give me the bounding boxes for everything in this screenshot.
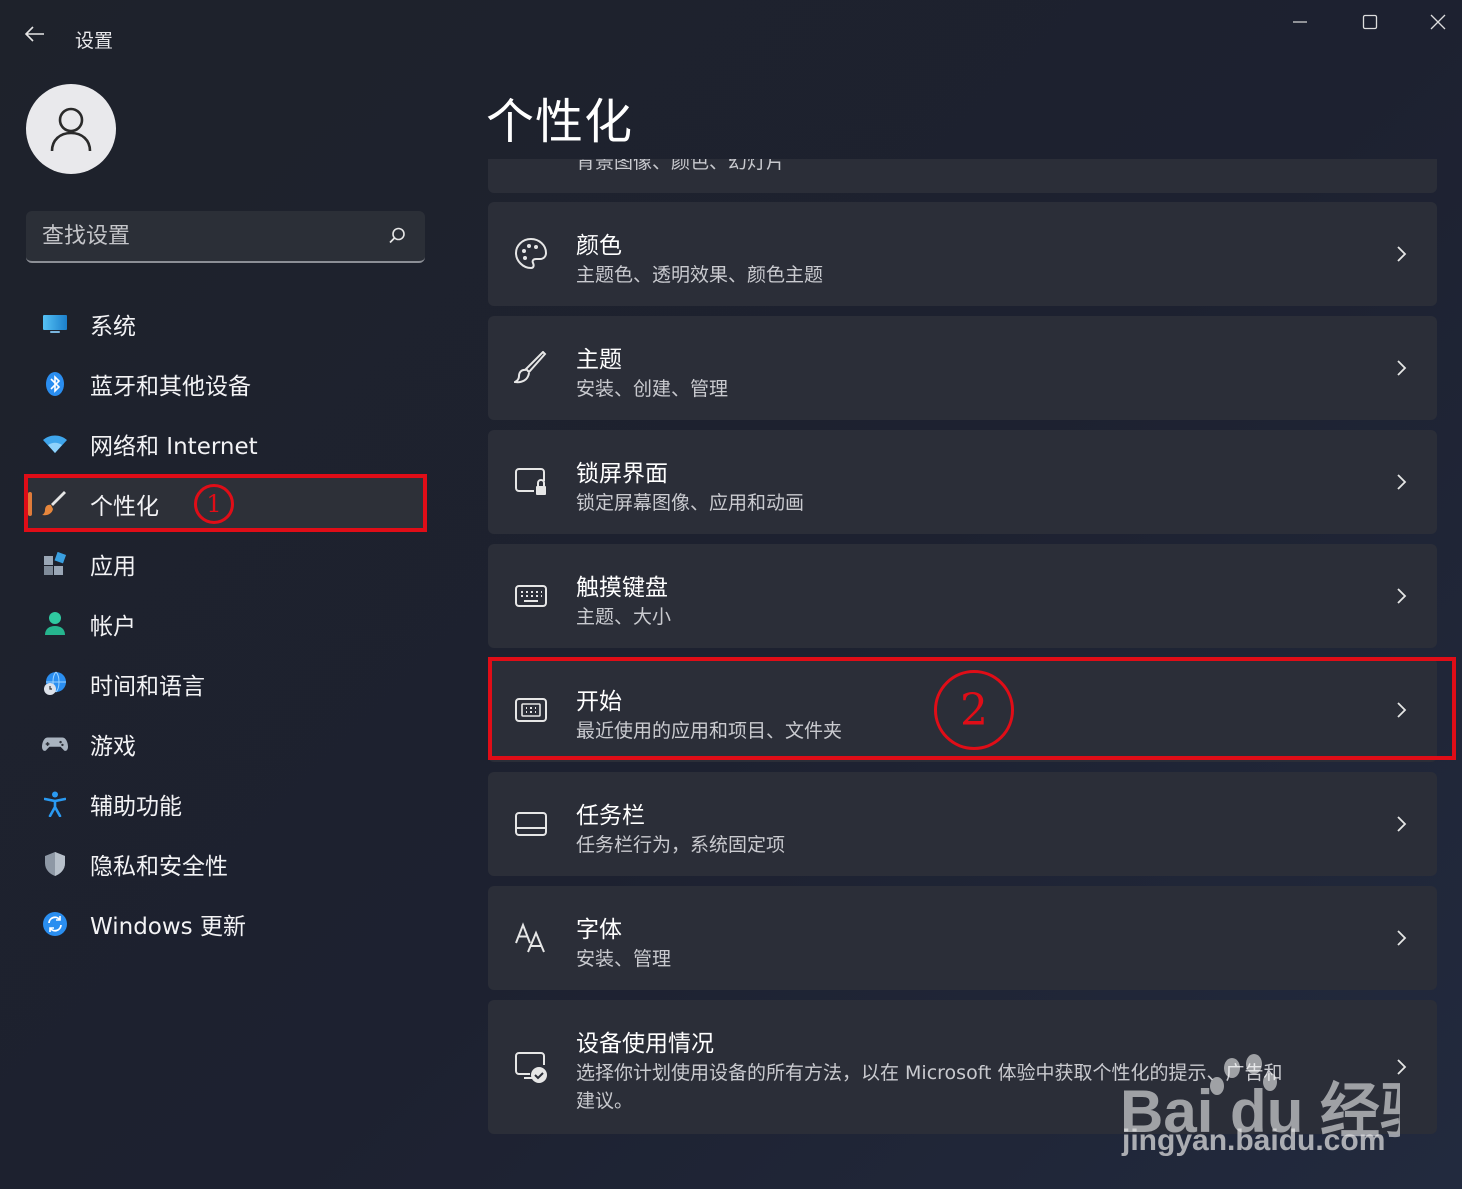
sidebar-item-bluetooth[interactable]: 蓝牙和其他设备 (26, 356, 426, 412)
sidebar-item-label: 时间和语言 (90, 674, 205, 700)
card-lock-screen[interactable]: 锁屏界面 锁定屏幕图像、应用和动画 (488, 430, 1437, 534)
account-icon (42, 611, 68, 637)
minimize-icon (1293, 21, 1307, 23)
sidebar-item-accessibility[interactable]: 辅助功能 (26, 776, 426, 832)
device-usage-icon (512, 1048, 550, 1086)
card-subtitle: 背景图像、颜色、幻灯片 (576, 159, 786, 173)
sidebar-item-label: 辅助功能 (90, 794, 182, 820)
sidebar-item-label: 个性化 (90, 494, 159, 520)
sidebar-item-apps[interactable]: 应用 (26, 536, 426, 592)
card-title: 设备使用情况 (576, 1031, 714, 1057)
sidebar-item-label: 游戏 (90, 734, 136, 760)
card-title: 开始 (576, 689, 622, 715)
bluetooth-icon (42, 371, 68, 397)
card-subtitle: 安装、管理 (576, 948, 672, 970)
chevron-right-icon (1397, 816, 1407, 832)
shield-icon (42, 851, 68, 877)
maximize-icon (1362, 14, 1378, 30)
card-title: 字体 (576, 917, 622, 943)
chevron-right-icon (1397, 588, 1407, 604)
card-fonts[interactable]: 字体 安装、管理 (488, 886, 1437, 990)
chevron-right-icon (1397, 702, 1407, 718)
card-subtitle: 任务栏行为，系统固定项 (576, 834, 786, 856)
sidebar-item-label: 蓝牙和其他设备 (90, 374, 251, 400)
sidebar-item-label: 应用 (90, 554, 136, 580)
sidebar-item-windows-update[interactable]: Windows 更新 (26, 896, 426, 952)
taskbar-icon (512, 805, 550, 843)
monitor-icon (42, 311, 68, 337)
keyboard-icon (512, 577, 550, 615)
chevron-right-icon (1397, 474, 1407, 490)
back-arrow-icon (24, 26, 44, 42)
sidebar-item-network[interactable]: 网络和 Internet (26, 416, 426, 472)
apps-icon (42, 551, 68, 577)
close-button[interactable] (1408, 0, 1462, 44)
annotation-marker-2: 2 (934, 670, 1014, 750)
page-title: 个性化 (486, 94, 634, 150)
card-title: 颜色 (576, 233, 622, 259)
palette-icon (512, 235, 550, 273)
wifi-icon (42, 431, 68, 457)
sidebar-item-accounts[interactable]: 帐户 (26, 596, 426, 652)
sidebar-nav: 系统 蓝牙和其他设备 网络和 Internet 个性化 应用 帐户 时间和语言 … (26, 296, 426, 956)
update-icon (42, 911, 68, 937)
card-background[interactable]: 背景图像、颜色、幻灯片 (488, 159, 1437, 193)
settings-window: 设置 系统 蓝牙和其他设备 (0, 0, 1462, 1189)
card-subtitle: 最近使用的应用和项目、文件夹 (576, 720, 843, 742)
user-icon (50, 107, 92, 152)
search-box[interactable] (26, 211, 425, 263)
font-icon (512, 919, 550, 957)
maximize-button[interactable] (1340, 0, 1400, 44)
card-subtitle: 主题、大小 (576, 606, 672, 628)
sidebar-item-label: 网络和 Internet (90, 434, 258, 460)
card-subtitle: 安装、创建、管理 (576, 378, 729, 400)
sidebar-item-label: 隐私和安全性 (90, 854, 228, 880)
sidebar-item-label: 系统 (90, 314, 136, 340)
app-title: 设置 (75, 30, 114, 52)
sidebar-item-privacy[interactable]: 隐私和安全性 (26, 836, 426, 892)
brush-icon (42, 491, 68, 517)
lock-screen-icon (512, 463, 550, 501)
sidebar-item-label: Windows 更新 (90, 914, 246, 940)
accessibility-icon (42, 791, 68, 817)
chevron-right-icon (1397, 360, 1407, 376)
globe-clock-icon (42, 671, 68, 697)
card-title: 触摸键盘 (576, 575, 668, 601)
annotation-marker-1: 1 (194, 484, 234, 524)
close-icon (1430, 14, 1446, 30)
card-taskbar[interactable]: 任务栏 任务栏行为，系统固定项 (488, 772, 1437, 876)
search-icon[interactable] (387, 226, 407, 246)
gamepad-icon (42, 731, 68, 757)
watermark-url: jingyan.baidu.com (1122, 1124, 1386, 1157)
card-subtitle: 锁定屏幕图像、应用和动画 (576, 492, 805, 514)
chevron-right-icon (1397, 930, 1407, 946)
card-subtitle-line2: 建议。 (576, 1090, 634, 1112)
minimize-button[interactable] (1270, 0, 1330, 44)
search-input[interactable] (42, 223, 372, 249)
settings-list[interactable]: 背景图像、颜色、幻灯片 颜色 主题色、透明效果、颜色主题 主题 安装、创建、管理 (488, 159, 1437, 1159)
card-subtitle: 主题色、透明效果、颜色主题 (576, 264, 824, 286)
brush-icon (512, 349, 550, 387)
card-title: 锁屏界面 (576, 461, 668, 487)
chevron-right-icon (1397, 246, 1407, 262)
sidebar-item-time-language[interactable]: 时间和语言 (26, 656, 426, 712)
start-menu-icon (512, 691, 550, 729)
sidebar-item-system[interactable]: 系统 (26, 296, 426, 352)
sidebar-item-gaming[interactable]: 游戏 (26, 716, 426, 772)
card-touch-keyboard[interactable]: 触摸键盘 主题、大小 (488, 544, 1437, 648)
sidebar-item-label: 帐户 (90, 614, 136, 640)
card-themes[interactable]: 主题 安装、创建、管理 (488, 316, 1437, 420)
active-indicator (28, 492, 32, 516)
card-title: 主题 (576, 347, 622, 373)
back-button[interactable] (14, 16, 56, 52)
avatar[interactable] (26, 84, 116, 174)
card-title: 任务栏 (576, 803, 645, 829)
card-colors[interactable]: 颜色 主题色、透明效果、颜色主题 (488, 202, 1437, 306)
